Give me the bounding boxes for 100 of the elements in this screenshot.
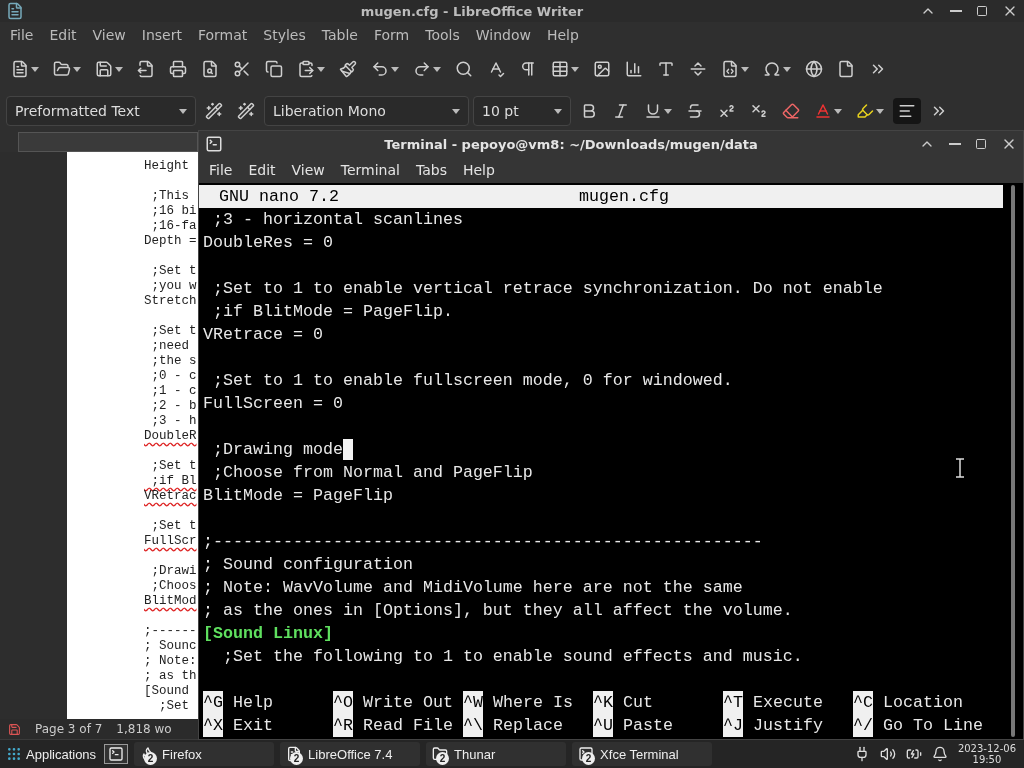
pilcrow-icon <box>519 60 537 78</box>
caret-icon <box>741 66 749 72</box>
shortcut-label: Justify <box>753 715 823 737</box>
caret-icon <box>783 66 791 72</box>
copy-icon <box>265 60 283 78</box>
document-line: VRetrac <box>144 489 198 504</box>
font-size-field[interactable]: 10 pt <box>473 96 571 126</box>
folder-icon <box>53 60 71 78</box>
table-icon <box>551 60 569 78</box>
code-line: ;------------------------------------------------------- <box>203 531 763 553</box>
window-count: 2 <box>144 752 158 765</box>
print-preview-icon <box>201 60 219 78</box>
shortcut-key: ^C <box>853 691 873 714</box>
document-line: ;need <box>150 339 190 354</box>
task-button[interactable]: 2 Thunar <box>426 742 567 766</box>
shortcut-label: Go To Line <box>883 715 983 737</box>
menu-item[interactable]: Tabs <box>407 162 455 178</box>
page-break-icon <box>689 60 707 78</box>
menu-item[interactable]: Help <box>454 162 503 178</box>
underline-icon <box>644 102 662 120</box>
printer-icon <box>169 60 187 78</box>
document-line: ;Set t <box>150 519 198 534</box>
task-button[interactable]: 2 Firefox <box>134 742 275 766</box>
globe-icon <box>805 60 823 78</box>
xfce-icon <box>6 746 22 762</box>
shortcut-key: ^T <box>723 691 743 714</box>
export-pdf-icon <box>137 60 155 78</box>
save-status-icon <box>8 722 21 736</box>
terminal-launcher[interactable] <box>104 744 129 764</box>
shortcut-label: Paste <box>623 715 673 737</box>
shortcut-key: ^K <box>593 691 613 714</box>
document-line: Height <box>144 159 190 174</box>
caret-icon <box>115 66 123 72</box>
scrollbar[interactable] <box>1011 185 1015 737</box>
shortcut-key: ^G <box>203 691 223 714</box>
task-button[interactable]: 2 LibreOffice 7.4 <box>280 742 421 766</box>
menu-item[interactable]: File <box>2 27 42 43</box>
code-line: ;3 - horizontal scanlines <box>212 209 463 231</box>
shortcut-key: ^R <box>333 714 353 737</box>
document-line: ; Sounc <box>144 639 198 654</box>
image-icon <box>593 60 611 78</box>
menu-item[interactable]: Window <box>467 27 539 43</box>
code-line: ;Set to 1 to enable fullscreen mode, 0 for windowed. <box>212 370 733 392</box>
task-button[interactable]: 2 Xfce Terminal <box>572 742 713 766</box>
document-line: ;Drawi <box>150 564 198 579</box>
shortcut-key: ^J <box>723 714 743 737</box>
wand-icon <box>237 102 255 120</box>
nano-header: GNU nano 7.2 mugen.cfg <box>199 185 1003 208</box>
menu-item[interactable]: Insert <box>133 27 190 43</box>
align-left-icon <box>898 102 916 120</box>
scissors-icon <box>233 60 251 78</box>
font-name-field[interactable]: Liberation Mono <box>264 96 469 126</box>
menu-item[interactable]: Terminal <box>332 162 408 178</box>
document-line: DoubleR <box>144 429 198 444</box>
menu-item[interactable]: Format <box>189 27 256 43</box>
superscript-icon <box>718 102 736 120</box>
terminal-icon <box>108 746 125 762</box>
redo-icon <box>413 60 431 78</box>
folder-icon <box>432 746 449 762</box>
shortcut-label: Read File <box>363 715 453 737</box>
format-button[interactable] <box>893 98 921 124</box>
restore-icon <box>975 138 987 150</box>
menu-item[interactable]: Edit <box>41 27 85 43</box>
minimize-icon <box>950 9 962 13</box>
shortcut-label: Write Out <box>363 692 453 714</box>
shortcut-key: ^U <box>593 714 613 737</box>
paintbrush-icon <box>339 60 357 78</box>
document-line: ;if Bl <box>150 474 198 489</box>
window-count: 2 <box>436 752 450 765</box>
window-count: 2 <box>582 752 596 765</box>
document-line: [Sound <box>144 684 190 699</box>
menu-item[interactable]: File <box>201 162 241 178</box>
window-count: 2 <box>290 752 304 765</box>
section-header: [Sound Linux] <box>203 623 333 645</box>
menu-item[interactable]: Styles <box>255 27 314 43</box>
menu-item[interactable]: Table <box>313 27 366 43</box>
omega-icon <box>763 60 781 78</box>
italic-icon <box>612 102 630 120</box>
footnote-icon <box>837 60 855 78</box>
code-line: ;if BlitMode = PageFlip. <box>212 301 453 323</box>
strikethrough-icon <box>686 102 704 120</box>
menu-item[interactable]: Form <box>365 27 418 43</box>
menu-item[interactable]: View <box>84 27 134 43</box>
document-line: ;16 bi <box>150 204 198 219</box>
restore-icon <box>976 5 988 17</box>
menu-item[interactable]: Tools <box>417 27 468 43</box>
menu-item[interactable]: Edit <box>240 162 284 178</box>
code-line: BlitMode = PageFlip <box>203 485 393 507</box>
menu-item[interactable]: View <box>283 162 333 178</box>
caret-icon <box>391 66 399 72</box>
paragraph-style-field[interactable]: Preformatted Text <box>6 96 196 126</box>
i-beam-cursor-icon <box>955 458 965 478</box>
caret-icon <box>31 66 39 72</box>
document-line: ;16-fa <box>150 219 198 234</box>
menu-item[interactable]: Help <box>538 27 587 43</box>
terminal-icon <box>205 135 223 153</box>
bell-icon <box>931 746 948 762</box>
field-icon <box>721 60 739 78</box>
document-line: FullScr <box>144 534 198 549</box>
applications-menu[interactable]: Applications <box>4 746 99 762</box>
